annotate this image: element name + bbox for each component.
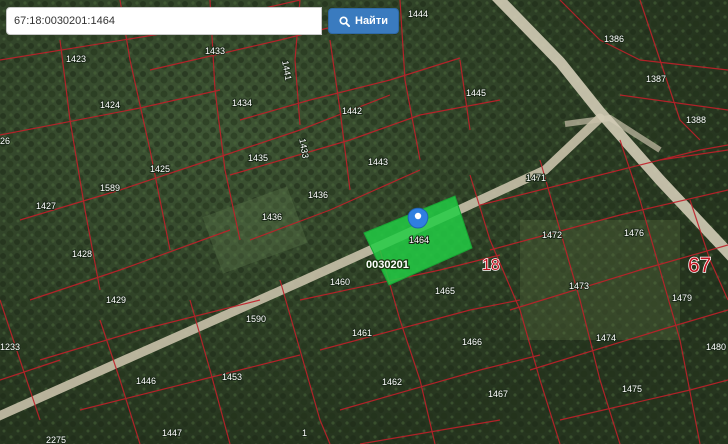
search-input[interactable] (6, 7, 322, 35)
parcel-label: 1465 (435, 286, 455, 296)
parcel-label: 1427 (36, 201, 56, 211)
parcel-label: 1443 (368, 157, 388, 167)
parcel-label: 26 (0, 136, 10, 146)
block-label-67: 67 (688, 254, 711, 277)
parcel-label: 1473 (569, 281, 589, 291)
parcel-label: 1447 (162, 428, 182, 438)
map-marker-icon[interactable] (407, 207, 429, 229)
parcel-label: 1433 (205, 46, 225, 56)
parcel-label: 1436 (262, 212, 282, 222)
search-toolbar: Найти (6, 7, 399, 35)
parcel-label: 1467 (488, 389, 508, 399)
quarter-label: 0030201 (366, 259, 409, 271)
parcel-label: 1461 (352, 328, 372, 338)
parcel-label: 1424 (100, 100, 120, 110)
parcel-label: 1466 (462, 337, 482, 347)
parcel-label: 1479 (672, 293, 692, 303)
parcel-label: 1476 (624, 228, 644, 238)
parcel-label: 1233 (0, 342, 20, 352)
map-canvas[interactable]: 1423 1424 1425 1427 1428 1429 1433 1434 … (0, 0, 728, 444)
parcel-label: 1388 (686, 115, 706, 125)
parcel-label: 1442 (342, 106, 362, 116)
parcel-label: 1474 (596, 333, 616, 343)
search-button-label: Найти (355, 15, 388, 27)
parcel-label: 1434 (232, 98, 252, 108)
parcel-label: 1472 (542, 230, 562, 240)
parcel-label: 1 (302, 428, 307, 438)
parcel-label: 1425 (150, 164, 170, 174)
parcel-label: 1446 (136, 376, 156, 386)
selected-parcel-label: 1464 (409, 235, 429, 245)
block-label-18: 18 (482, 257, 500, 274)
parcel-label: 1589 (100, 183, 120, 193)
parcel-label: 1453 (222, 372, 242, 382)
parcel-label: 1444 (408, 9, 428, 19)
parcel-label: 1428 (72, 249, 92, 259)
parcel-label: 1475 (622, 384, 642, 394)
parcel-label: 1445 (466, 88, 486, 98)
parcel-label: 1462 (382, 377, 402, 387)
parcel-label: 1471 (526, 173, 546, 183)
parcel-label: 1387 (646, 74, 666, 84)
parcel-label: 1436 (308, 190, 328, 200)
parcel-label: 1435 (248, 153, 268, 163)
search-button[interactable]: Найти (328, 8, 399, 34)
parcel-label: 1423 (66, 54, 86, 64)
parcel-label: 1460 (330, 277, 350, 287)
search-icon (339, 15, 350, 27)
parcel-label: 1429 (106, 295, 126, 305)
parcel-label: 1480 (706, 342, 726, 352)
parcel-label: 1386 (604, 34, 624, 44)
parcel-label: 1590 (246, 314, 266, 324)
parcel-label: 2275 (46, 435, 66, 444)
